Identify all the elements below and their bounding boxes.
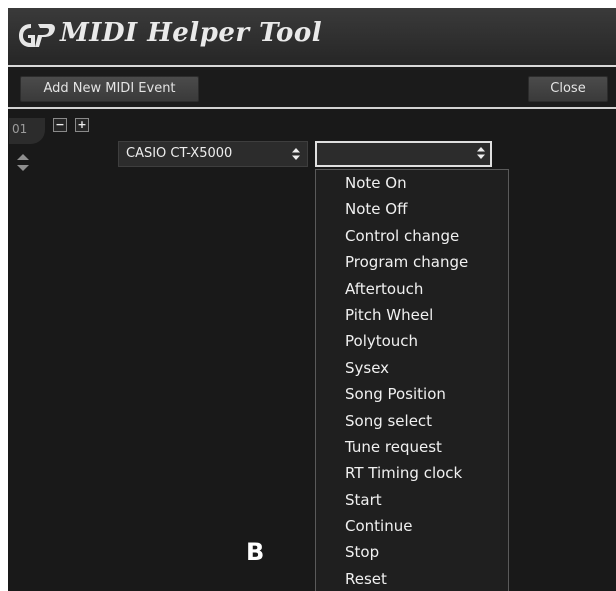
plus-icon: + xyxy=(77,118,87,131)
dropdown-item-continue[interactable]: Continue xyxy=(316,513,508,539)
select-arrows-icon xyxy=(477,147,485,159)
dropdown-item-polytouch[interactable]: Polytouch xyxy=(316,328,508,354)
gp-logo-icon xyxy=(19,24,55,47)
dropdown-item-song-position[interactable]: Song Position xyxy=(316,381,508,407)
add-midi-event-button[interactable]: Add New MIDI Event xyxy=(20,76,199,102)
dropdown-item-stop[interactable]: Stop xyxy=(316,539,508,565)
dropdown-item-note-off[interactable]: Note Off xyxy=(316,196,508,222)
dropdown-item-rt-timing-clock[interactable]: RT Timing clock xyxy=(316,460,508,486)
midi-helper-window: MIDI Helper Tool Add New MIDI Event Clos… xyxy=(8,8,616,591)
dropdown-item-pitch-wheel[interactable]: Pitch Wheel xyxy=(316,302,508,328)
title-bar: MIDI Helper Tool xyxy=(8,8,616,65)
event-type-dropdown: Note On Note Off Control change Program … xyxy=(315,169,509,591)
event-type-select[interactable] xyxy=(315,141,492,167)
close-button[interactable]: Close xyxy=(528,76,608,102)
device-select-value: CASIO CT-X5000 xyxy=(126,146,233,161)
dropdown-item-program-change[interactable]: Program change xyxy=(316,249,508,275)
device-select[interactable]: CASIO CT-X5000 xyxy=(118,141,308,167)
toolbar-divider xyxy=(8,107,616,109)
add-event-button[interactable]: + xyxy=(75,118,89,132)
select-arrows-icon xyxy=(292,148,300,160)
dropdown-item-song-select[interactable]: Song select xyxy=(316,408,508,434)
remove-event-button[interactable]: − xyxy=(53,118,67,132)
dropdown-item-control-change[interactable]: Control change xyxy=(316,223,508,249)
dropdown-item-aftertouch[interactable]: Aftertouch xyxy=(316,276,508,302)
dropdown-item-note-on[interactable]: Note On xyxy=(316,170,508,196)
move-updown-icon[interactable] xyxy=(16,152,30,174)
dropdown-item-reset[interactable]: Reset xyxy=(316,566,508,591)
dropdown-item-start[interactable]: Start xyxy=(316,487,508,513)
app-title: MIDI Helper Tool xyxy=(60,18,323,48)
toolbar: Add New MIDI Event Close xyxy=(8,67,616,108)
annotation-label: B xyxy=(246,538,265,566)
dropdown-item-sysex[interactable]: Sysex xyxy=(316,355,508,381)
event-number-tab: 01 xyxy=(9,118,45,144)
dropdown-item-tune-request[interactable]: Tune request xyxy=(316,434,508,460)
minus-icon: − xyxy=(55,118,65,131)
